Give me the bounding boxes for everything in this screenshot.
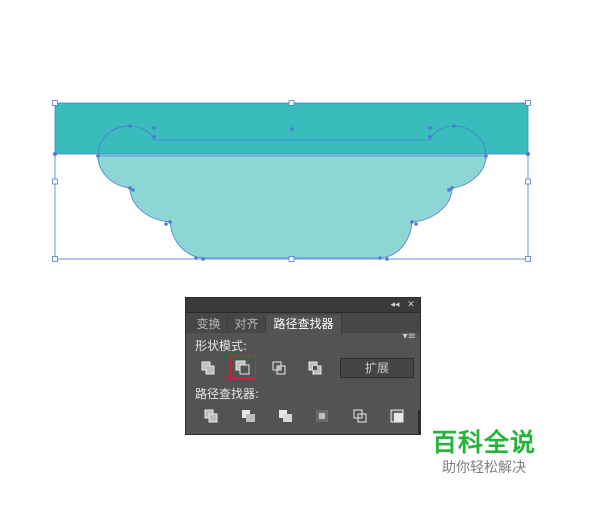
pathfinders-label: 路径查找器: <box>195 387 260 401</box>
intersect-icon <box>272 361 286 375</box>
tab-transform[interactable]: 变换 <box>190 315 228 333</box>
shape-modes-label: 形状模式: <box>195 339 248 353</box>
panel-edge <box>418 410 420 435</box>
close-icon[interactable]: ✕ <box>404 298 418 312</box>
unite-button[interactable] <box>199 359 219 377</box>
artboard-canvas <box>52 100 531 262</box>
trim-icon <box>242 410 255 422</box>
exclude-button[interactable] <box>306 359 326 377</box>
panel-title-bar[interactable]: ◂◂ ✕ <box>186 298 420 313</box>
minus-front-icon <box>235 360 250 375</box>
unite-icon <box>201 361 215 375</box>
minus-front-button[interactable] <box>230 355 256 379</box>
exclude-icon <box>308 361 322 375</box>
divide-icon <box>204 409 218 423</box>
tab-align[interactable]: 对齐 <box>228 315 266 333</box>
crop-button[interactable] <box>313 407 333 425</box>
pathfinder-panel: ◂◂ ✕ 变换 对齐 路径查找器 ▾≡ 形状模式: 扩展 路径查找器: <box>185 297 421 435</box>
panel-menu-icon[interactable]: ▾≡ <box>403 331 416 342</box>
divide-button[interactable] <box>202 407 222 425</box>
crop-icon <box>316 410 328 422</box>
minus-back-button[interactable] <box>388 407 408 425</box>
watermark-subtitle: 助你轻松解决 <box>442 460 526 476</box>
tab-pathfinder[interactable]: 路径查找器 <box>266 315 342 333</box>
collapse-icon[interactable]: ◂◂ <box>388 298 402 312</box>
watermark: 百科全说 助你轻松解决 <box>432 428 552 478</box>
merge-icon <box>279 410 292 422</box>
panel-tabs: 变换 对齐 路径查找器 ▾≡ <box>186 313 420 342</box>
intersect-button[interactable] <box>270 359 290 377</box>
minus-back-icon <box>390 409 404 423</box>
trim-button[interactable] <box>239 407 259 425</box>
outline-button[interactable] <box>351 407 371 425</box>
merge-button[interactable] <box>276 407 296 425</box>
outline-icon <box>353 409 367 423</box>
watermark-title: 百科全说 <box>432 428 537 457</box>
expand-button[interactable]: 扩展 <box>340 358 414 378</box>
